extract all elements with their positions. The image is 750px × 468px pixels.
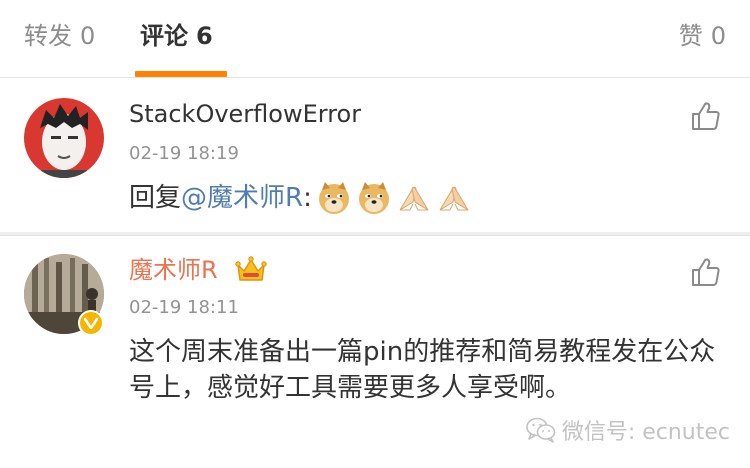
comment-body: 这个周末准备出一篇pin的推荐和简易教程发在公众号上，感觉好工具需要更多人享受啊… xyxy=(129,337,716,403)
tab-likes-count: 0 xyxy=(710,22,726,50)
verified-badge-icon xyxy=(78,310,104,336)
avatar[interactable] xyxy=(24,98,104,178)
thumbs-up-icon[interactable] xyxy=(690,256,722,288)
comment-body: 回复 @魔术师R: xyxy=(129,178,472,218)
tab-reposts[interactable]: 转发 0 xyxy=(24,18,95,54)
wechat-icon xyxy=(526,417,556,443)
praying-hands-icon xyxy=(436,180,472,216)
praying-hands-icon xyxy=(396,180,432,216)
comment-item: StackOverflowError 02-19 18:19 回复 @魔术师R: xyxy=(0,78,750,232)
watermark-text: 微信号: ecnutec xyxy=(561,420,730,445)
doge-emoji-icon xyxy=(356,180,392,216)
tab-bar: 转发 0 评论 6 赞0 xyxy=(0,0,750,78)
reply-separator: : xyxy=(303,183,312,213)
comment-username[interactable]: 魔术师R xyxy=(129,254,218,286)
tab-comments[interactable]: 评论 6 xyxy=(140,18,213,54)
comment-timestamp: 02-19 18:19 xyxy=(129,143,239,164)
active-tab-indicator xyxy=(135,71,227,77)
doge-emoji-icon xyxy=(316,180,352,216)
tab-comments-label: 评论 xyxy=(140,22,188,50)
comment-username[interactable]: StackOverflowError xyxy=(129,98,361,130)
tab-reposts-label: 转发 xyxy=(24,22,72,50)
tab-likes[interactable]: 赞0 xyxy=(679,18,726,54)
reply-prefix: 回复 xyxy=(129,183,182,213)
crown-icon xyxy=(235,254,267,286)
avatar-image xyxy=(24,98,104,178)
tab-comments-count: 6 xyxy=(196,22,213,50)
tab-likes-label: 赞 xyxy=(678,22,703,50)
thumbs-up-icon[interactable] xyxy=(690,100,722,132)
tab-reposts-count: 0 xyxy=(80,22,96,50)
comment-timestamp: 02-19 18:11 xyxy=(129,297,239,318)
wechat-watermark: 微信号: ecnutec xyxy=(526,414,730,446)
mention-link[interactable]: @魔术师R xyxy=(181,178,303,218)
